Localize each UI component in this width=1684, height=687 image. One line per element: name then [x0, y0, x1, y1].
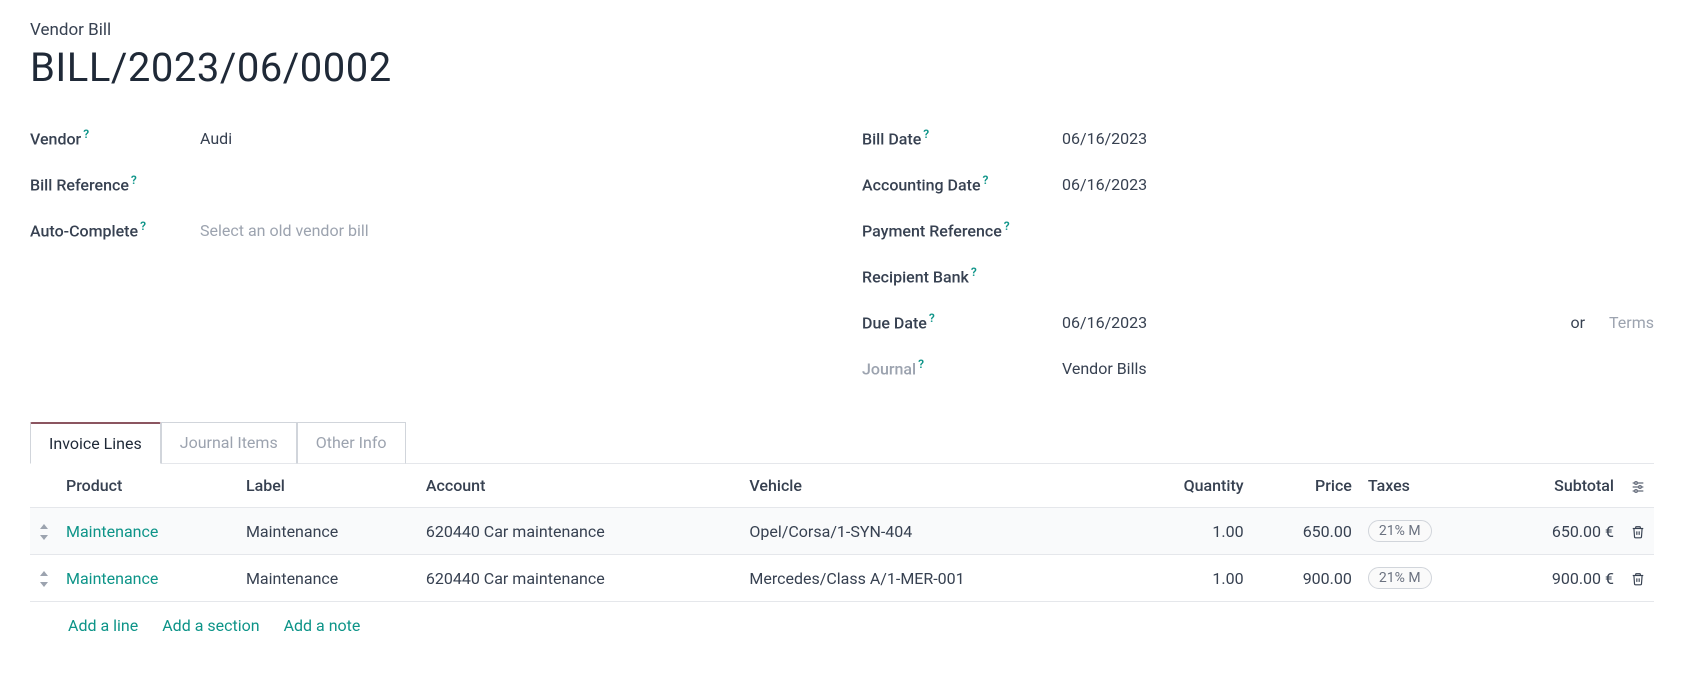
label-cell[interactable]: Maintenance — [246, 522, 338, 541]
bill-reference-label: Bill Reference? — [30, 173, 200, 194]
vehicle-cell[interactable]: Opel/Corsa/1-SYN-404 — [749, 522, 912, 541]
due-date-or: or — [1570, 313, 1585, 332]
trash-icon[interactable] — [1631, 569, 1645, 588]
product-cell[interactable]: Maintenance — [66, 569, 158, 588]
col-price: Price — [1252, 464, 1360, 508]
help-icon[interactable]: ? — [929, 311, 935, 325]
filter-icon[interactable] — [1630, 476, 1646, 495]
label-cell[interactable]: Maintenance — [246, 569, 338, 588]
price-cell[interactable]: 650.00 — [1303, 522, 1352, 541]
add-line-button[interactable]: Add a line — [68, 616, 138, 635]
page-subtitle: Vendor Bill — [30, 20, 1654, 40]
col-taxes: Taxes — [1360, 464, 1492, 508]
auto-complete-input[interactable]: Select an old vendor bill — [200, 221, 822, 240]
help-icon[interactable]: ? — [983, 173, 989, 187]
col-account: Account — [418, 464, 742, 508]
terms-input[interactable]: Terms — [1609, 313, 1654, 332]
vendor-value[interactable]: Audi — [200, 129, 822, 148]
bill-date-value[interactable]: 06/16/2023 — [1032, 129, 1654, 148]
tax-chip[interactable]: 21% M — [1368, 567, 1432, 589]
auto-complete-label: Auto-Complete? — [30, 219, 200, 240]
tab-journal-items[interactable]: Journal Items — [161, 422, 297, 464]
help-icon[interactable]: ? — [1004, 219, 1010, 233]
bill-date-label: Bill Date? — [862, 127, 1032, 148]
drag-handle-icon[interactable] — [30, 508, 58, 555]
help-icon[interactable]: ? — [918, 357, 924, 371]
account-cell[interactable]: 620440 Car maintenance — [426, 569, 605, 588]
add-note-button[interactable]: Add a note — [284, 616, 361, 635]
tab-invoice-lines[interactable]: Invoice Lines — [30, 422, 161, 464]
invoice-lines-table: Product Label Account Vehicle Quantity P… — [30, 464, 1654, 602]
col-quantity: Quantity — [1125, 464, 1251, 508]
quantity-cell[interactable]: 1.00 — [1212, 522, 1243, 541]
col-label: Label — [238, 464, 418, 508]
journal-label: Journal? — [862, 357, 1032, 378]
vendor-label: Vendor? — [30, 127, 200, 148]
recipient-bank-label: Recipient Bank? — [862, 265, 1032, 286]
help-icon[interactable]: ? — [131, 173, 137, 187]
price-cell[interactable]: 900.00 — [1303, 569, 1352, 588]
journal-value[interactable]: Vendor Bills — [1032, 359, 1654, 378]
col-vehicle: Vehicle — [741, 464, 1125, 508]
tab-other-info[interactable]: Other Info — [297, 422, 406, 464]
help-icon[interactable]: ? — [971, 265, 977, 279]
tabs: Invoice Lines Journal Items Other Info — [30, 421, 1654, 464]
trash-icon[interactable] — [1631, 522, 1645, 541]
subtotal-cell: 900.00 € — [1552, 569, 1614, 588]
payment-reference-label: Payment Reference? — [862, 219, 1032, 240]
product-cell[interactable]: Maintenance — [66, 522, 158, 541]
help-icon[interactable]: ? — [140, 219, 146, 233]
subtotal-cell: 650.00 € — [1552, 522, 1614, 541]
col-subtotal: Subtotal — [1492, 464, 1622, 508]
due-date-label: Due Date? — [862, 311, 1032, 332]
help-icon[interactable]: ? — [923, 127, 929, 141]
account-cell[interactable]: 620440 Car maintenance — [426, 522, 605, 541]
table-row: Maintenance Maintenance 620440 Car maint… — [30, 555, 1654, 602]
help-icon[interactable]: ? — [83, 127, 89, 141]
accounting-date-value[interactable]: 06/16/2023 — [1032, 175, 1654, 194]
col-product: Product — [58, 464, 238, 508]
table-row: Maintenance Maintenance 620440 Car maint… — [30, 508, 1654, 555]
add-section-button[interactable]: Add a section — [162, 616, 259, 635]
page-title: BILL/2023/06/0002 — [30, 44, 1654, 91]
drag-handle-icon[interactable] — [30, 555, 58, 602]
vehicle-cell[interactable]: Mercedes/Class A/1-MER-001 — [749, 569, 964, 588]
due-date-value[interactable]: 06/16/2023 — [1062, 313, 1147, 332]
tax-chip[interactable]: 21% M — [1368, 520, 1432, 542]
accounting-date-label: Accounting Date? — [862, 173, 1032, 194]
quantity-cell[interactable]: 1.00 — [1212, 569, 1243, 588]
